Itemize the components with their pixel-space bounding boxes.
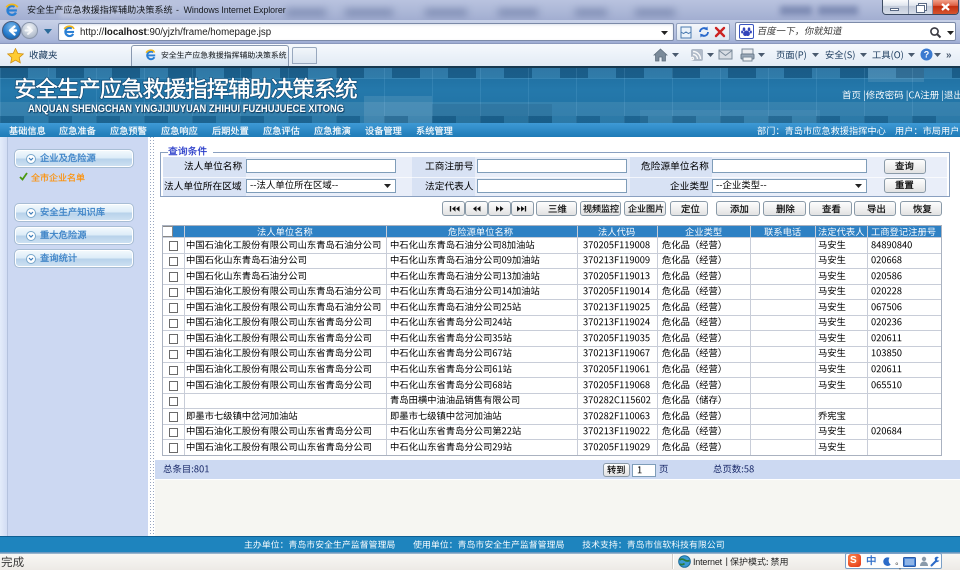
svg-text:?: ?	[924, 50, 930, 60]
